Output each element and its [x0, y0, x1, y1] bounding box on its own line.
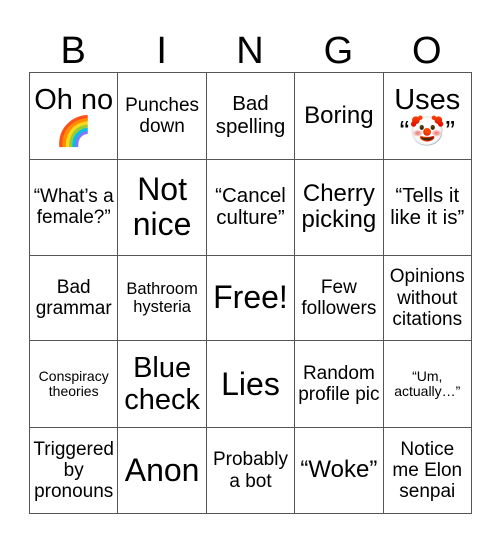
bingo-cell[interactable]: Bad spelling: [205, 71, 296, 161]
bingo-cell[interactable]: Boring: [294, 71, 384, 161]
bingo-cell[interactable]: Probably a bot: [205, 427, 296, 514]
bingo-cell[interactable]: “Tells it like it is”: [382, 159, 473, 256]
bingo-cell[interactable]: Few followers: [294, 254, 384, 342]
bingo-cell[interactable]: Notice me Elon senpai: [382, 427, 473, 514]
bingo-cell[interactable]: “Um, actually…”: [382, 340, 473, 429]
bingo-row: Bad grammar Bathroom hysteria Free! Few …: [28, 254, 473, 342]
bingo-cell[interactable]: “Woke”: [294, 427, 384, 514]
bingo-cell[interactable]: Not nice: [117, 159, 207, 256]
bingo-cell[interactable]: Uses “🤡”: [382, 71, 473, 161]
bingo-card: Oh no 🌈 Punches down Bad spelling Boring…: [28, 71, 473, 514]
bingo-cell[interactable]: Blue check: [117, 340, 207, 429]
bingo-cell[interactable]: Triggered by pronouns: [28, 427, 119, 514]
bingo-cell[interactable]: Bathroom hysteria: [117, 254, 207, 342]
header-letter-n: N: [236, 30, 264, 72]
header-letter-b: B: [60, 30, 86, 72]
bingo-row: “What’s a female?” Not nice “Cancel cult…: [28, 159, 473, 256]
bingo-row: Conspiracy theories Blue check Lies Rand…: [28, 340, 473, 429]
bingo-cell[interactable]: “Cancel culture”: [205, 159, 296, 256]
free-space-cell[interactable]: Free!: [205, 254, 296, 342]
bingo-cell[interactable]: Oh no 🌈: [28, 71, 119, 161]
header-letter-g: G: [323, 30, 354, 72]
bingo-row: Oh no 🌈 Punches down Bad spelling Boring…: [28, 71, 473, 161]
bingo-row: Triggered by pronouns Anon Probably a bo…: [28, 427, 473, 514]
header-letter-o: O: [412, 30, 442, 72]
bingo-cell[interactable]: “What’s a female?”: [28, 159, 119, 256]
bingo-cell[interactable]: Lies: [205, 340, 296, 429]
bingo-header: B I N G O: [29, 30, 471, 72]
bingo-cell[interactable]: Opinions without citations: [382, 254, 473, 342]
bingo-cell[interactable]: Cherry picking: [294, 159, 384, 256]
bingo-cell[interactable]: Bad grammar: [28, 254, 119, 342]
bingo-cell[interactable]: Anon: [117, 427, 207, 514]
header-letter-i: I: [156, 30, 167, 72]
bingo-cell[interactable]: Random profile pic: [294, 340, 384, 429]
bingo-cell[interactable]: Conspiracy theories: [28, 340, 119, 429]
bingo-cell[interactable]: Punches down: [117, 71, 207, 161]
